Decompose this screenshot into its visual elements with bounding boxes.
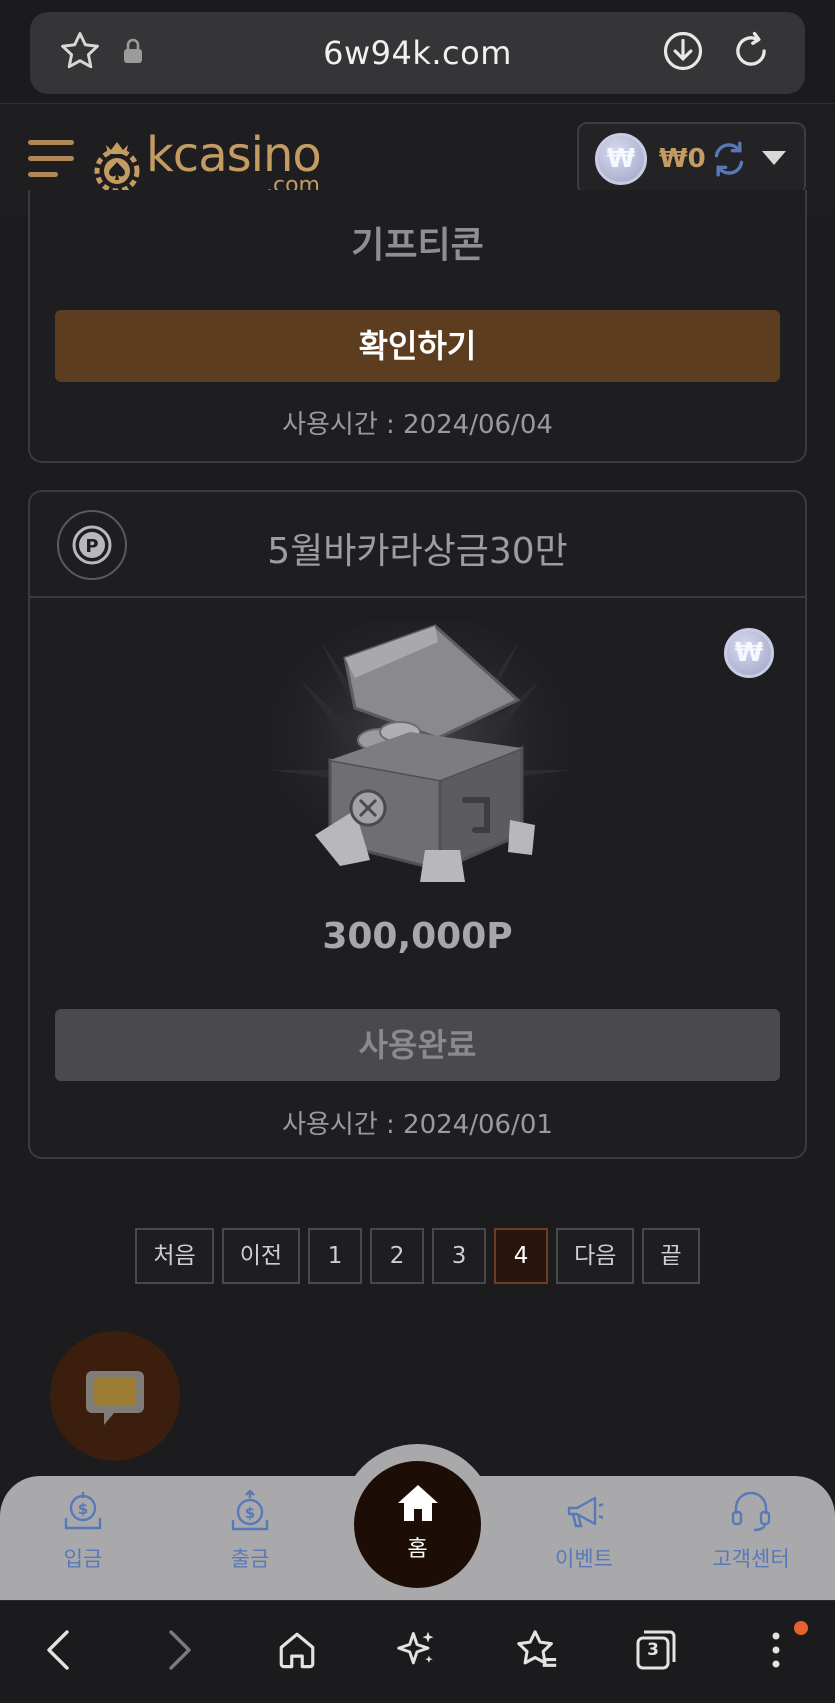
page-3-button[interactable]: 3 [432, 1228, 487, 1284]
page-2-button[interactable]: 2 [370, 1228, 425, 1284]
coupon-title: 5월바카라상금30만 [267, 531, 568, 572]
won-coin-icon: ₩ [595, 133, 647, 185]
forward-icon[interactable] [165, 1628, 195, 1676]
nav-withdraw[interactable]: $ 출금 [195, 1488, 305, 1573]
home-browser-icon[interactable] [276, 1629, 318, 1675]
withdraw-icon: $ [227, 1489, 273, 1539]
coupon-card-header: P 5월바카라상금30만 [30, 492, 805, 598]
browser-top-bar: 6w94k.com [0, 0, 835, 104]
coupon-title: 기프티콘 [351, 225, 484, 266]
address-bar[interactable]: 6w94k.com [30, 12, 805, 94]
svg-text:$: $ [245, 1504, 255, 1522]
svg-text:$: $ [78, 1500, 88, 1518]
tab-count: 3 [647, 1640, 659, 1660]
page-next-button[interactable]: 다음 [556, 1228, 635, 1284]
page-4-button[interactable]: 4 [494, 1228, 549, 1284]
home-icon [396, 1483, 440, 1527]
download-icon[interactable] [662, 30, 704, 76]
confirm-button[interactable]: 확인하기 [55, 310, 780, 382]
deposit-icon: $ [60, 1492, 106, 1539]
page-1-button[interactable]: 1 [308, 1228, 363, 1284]
page-last-button[interactable]: 끝 [642, 1228, 700, 1284]
won-badge-icon: ₩ [724, 628, 774, 678]
megaphone-icon [561, 1496, 607, 1539]
reward-amount: 300,000P [322, 916, 513, 957]
nav-event[interactable]: 이벤트 [529, 1488, 639, 1573]
pagination: 처음 이전 1 2 3 4 다음 끝 [0, 1228, 835, 1284]
used-time: 사용시간 : 2024/06/01 [282, 1110, 553, 1140]
coupon-card-giftcon: 기프티콘 확인하기 사용시간 : 2024/06/04 [28, 190, 807, 463]
page-first-button[interactable]: 처음 [135, 1228, 214, 1284]
used-time: 사용시간 : 2024/06/04 [282, 410, 553, 440]
back-icon[interactable] [43, 1628, 73, 1676]
nav-deposit[interactable]: $ 입금 [28, 1488, 138, 1573]
coupon-card-baccarat: P 5월바카라상금30만 ₩ 300,000P 사용완료 사용시간: 2024… [28, 490, 807, 1159]
chat-button[interactable] [50, 1331, 180, 1461]
treasure-chest-image [260, 615, 580, 890]
nav-support-label: 고객센터 [712, 1547, 790, 1571]
more-menu-icon[interactable] [768, 1628, 784, 1676]
page-prev-button[interactable]: 이전 [221, 1228, 301, 1284]
balance-value: ₩0 [659, 144, 706, 174]
reload-icon[interactable] [730, 30, 772, 76]
dropdown-caret-icon[interactable] [761, 150, 787, 170]
nav-event-label: 이벤트 [555, 1547, 613, 1571]
nav-withdraw-label: 출금 [230, 1547, 270, 1571]
logo-chip-icon [92, 137, 142, 197]
bookmarks-icon[interactable] [514, 1627, 560, 1677]
nav-home-label: 홈 [407, 1537, 428, 1562]
nav-support[interactable]: 고객센터 [696, 1488, 806, 1573]
balance-widget[interactable]: ₩ ₩0 [577, 122, 806, 195]
chat-bubble-icon [84, 1367, 146, 1433]
site-logo[interactable]: kcasino .com [92, 125, 332, 200]
nav-deposit-label: 입금 [63, 1547, 103, 1571]
tabs-icon[interactable]: 3 [634, 1628, 678, 1676]
refresh-balance-icon[interactable] [709, 139, 749, 183]
nav-home[interactable]: 홈 [354, 1461, 481, 1588]
browser-bottom-bar: 3 [0, 1600, 835, 1703]
headset-icon [728, 1491, 774, 1539]
menu-icon[interactable] [28, 135, 76, 187]
sparkle-ai-icon[interactable] [395, 1628, 439, 1676]
used-complete-button: 사용완료 [55, 1009, 780, 1081]
notification-dot-icon [794, 1621, 808, 1635]
